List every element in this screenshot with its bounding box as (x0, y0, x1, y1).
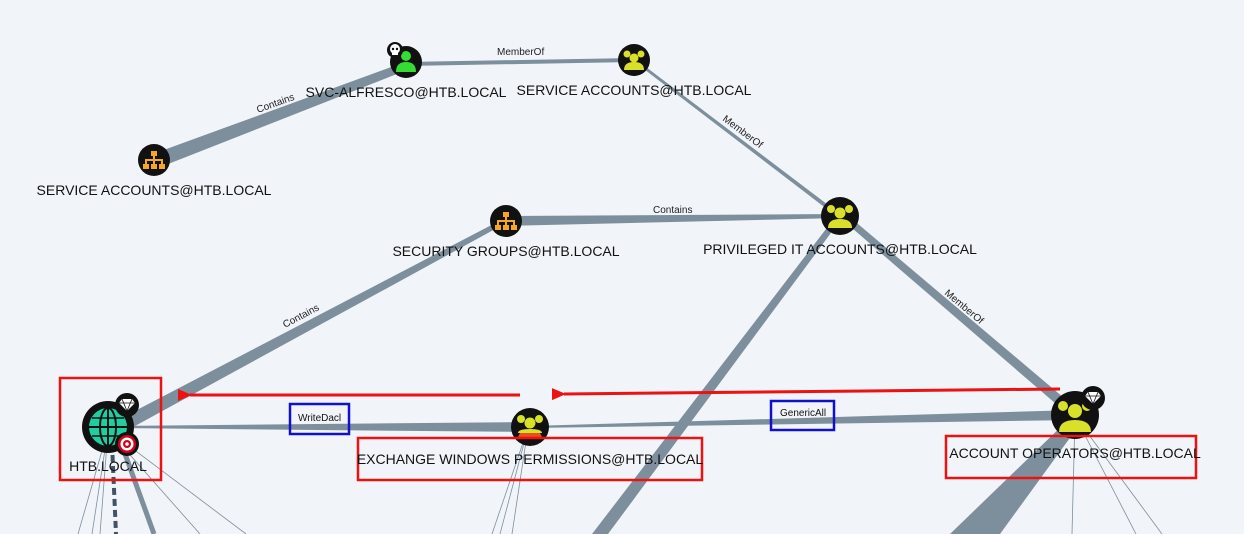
diamond-icon (115, 393, 139, 417)
diamond-icon (1081, 386, 1105, 410)
highlight-box-exchange[interactable]: EXCHANGE WINDOWS PERMISSIONS@HTB.LOCAL (356, 436, 704, 482)
node-label-exchange: EXCHANGE WINDOWS PERMISSIONS@HTB.LOCAL (357, 451, 704, 467)
node-label-account-operators: ACCOUNT OPERATORS@HTB.LOCAL (949, 445, 1201, 461)
target-icon (115, 432, 139, 456)
edge-ou-contains-svc[interactable] (150, 62, 407, 168)
node-label-service-accounts-group: SERVICE ACCOUNTS@HTB.LOCAL (517, 82, 752, 98)
edge-priv-offscreen (592, 216, 842, 534)
node-label-privileged-it: PRIVILEGED IT ACCOUNTS@HTB.LOCAL (703, 241, 977, 257)
edge-label-svc-memberof: MemberOf (497, 47, 544, 58)
node-label-htb-local: HTB.LOCAL (69, 458, 147, 474)
node-privileged-it-accounts[interactable]: PRIVILEGED IT ACCOUNTS@HTB.LOCAL (703, 197, 977, 257)
graph-canvas[interactable]: MemberOf Contains MemberOf Contains Cont… (0, 0, 1244, 534)
genericall-highlight[interactable]: GenericAll (769, 399, 836, 432)
edge-label-writedacl: WriteDacl (298, 413, 341, 424)
skull-icon (387, 42, 403, 58)
node-label-service-accounts-ou: SERVICE ACCOUNTS@HTB.LOCAL (37, 182, 272, 198)
node-svc-alfresco[interactable]: SVC-ALFRESCO@HTB.LOCAL (306, 42, 507, 100)
node-security-groups-ou[interactable]: SECURITY GROUPS@HTB.LOCAL (392, 205, 620, 259)
edge-label-genericall: GenericAll (780, 408, 826, 419)
edge-label-secgroups-contains: Contains (653, 205, 692, 216)
node-service-accounts-ou[interactable]: SERVICE ACCOUNTS@HTB.LOCAL (37, 144, 272, 198)
edge-svc-memberof-service[interactable] (405, 58, 634, 66)
attack-path-arrow-right (551, 387, 1061, 401)
node-label-svc-alfresco: SVC-ALFRESCO@HTB.LOCAL (306, 84, 507, 100)
node-label-security-groups-ou: SECURITY GROUPS@HTB.LOCAL (392, 243, 619, 259)
node-htb-local[interactable]: HTB.LOCAL (69, 393, 147, 474)
node-service-accounts-group[interactable]: SERVICE ACCOUNTS@HTB.LOCAL (517, 44, 752, 98)
